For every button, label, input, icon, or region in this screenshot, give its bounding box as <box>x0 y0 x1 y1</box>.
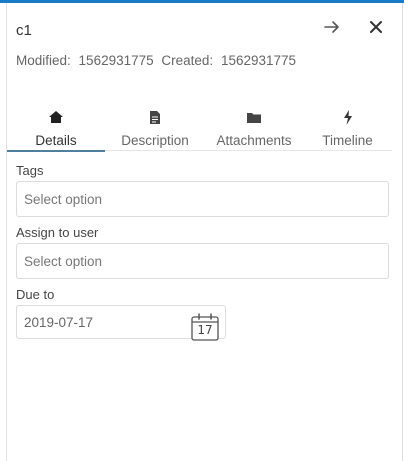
right-divider <box>402 3 403 461</box>
document-icon <box>149 108 161 126</box>
tab-details[interactable]: Details <box>7 105 105 152</box>
card-title: c1 <box>16 22 32 39</box>
tab-label: Attachments <box>216 133 292 148</box>
tags-select[interactable]: Select option <box>16 181 389 217</box>
due-date-value: 2019-07-17 <box>24 314 94 330</box>
modified-value: 1562931775 <box>78 53 154 68</box>
tab-attachments[interactable]: Attachments <box>205 105 303 151</box>
assign-user-label: Assign to user <box>16 225 99 240</box>
created-value: 1562931775 <box>220 53 297 68</box>
card-detail-panel: c1 Modified: 1562931775 Created: 1562931… <box>7 3 402 461</box>
home-icon <box>48 108 64 126</box>
assign-user-placeholder: Select option <box>24 253 103 269</box>
tab-bar: Details Description Attachments Timeline <box>7 105 392 152</box>
tags-placeholder: Select option <box>24 191 103 207</box>
tags-label: Tags <box>16 163 44 178</box>
folder-icon <box>246 108 262 126</box>
calendar-day: 17 <box>197 323 213 337</box>
timestamps: Modified: 1562931775 Created: 1562931775 <box>16 53 296 68</box>
assign-user-select[interactable]: Select option <box>16 243 389 279</box>
calendar-icon[interactable]: 17 <box>191 313 219 341</box>
close-icon[interactable] <box>364 15 388 39</box>
header-actions <box>320 15 388 39</box>
lightning-icon <box>343 108 353 126</box>
due-date-field[interactable]: 2019-07-17 17 <box>16 305 226 341</box>
tab-description[interactable]: Description <box>105 105 205 151</box>
tab-label: Timeline <box>322 133 373 148</box>
arrow-right-icon[interactable] <box>320 15 344 39</box>
tab-label: Description <box>121 133 189 148</box>
modified-label: Modified: <box>16 53 71 68</box>
tab-label: Details <box>35 133 77 148</box>
due-date-label: Due to <box>16 287 55 302</box>
details-form: Tags Select option Assign to user Select… <box>16 161 389 341</box>
created-label: Created: <box>161 53 214 68</box>
tab-timeline[interactable]: Timeline <box>303 105 392 151</box>
